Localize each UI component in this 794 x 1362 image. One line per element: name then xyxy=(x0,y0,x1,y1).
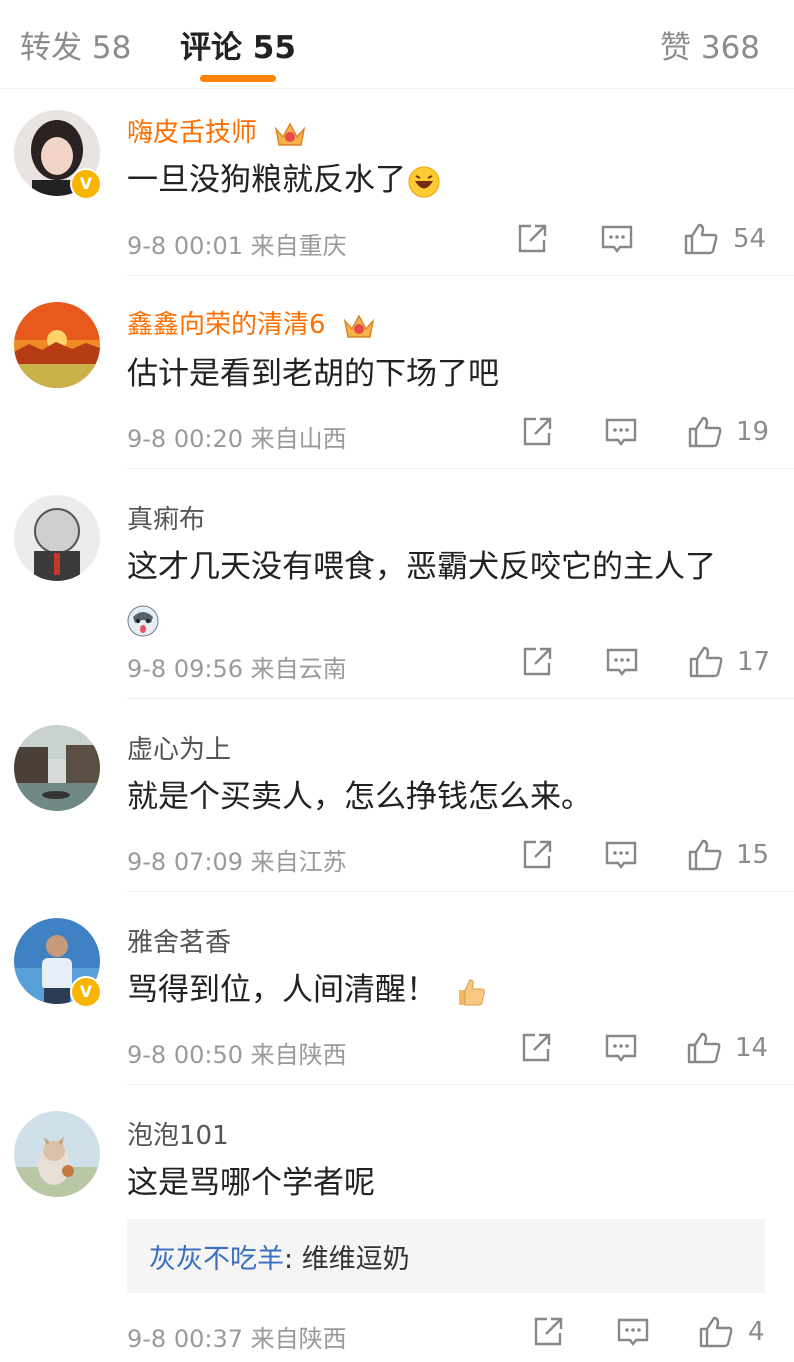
username[interactable]: 泡泡101 xyxy=(127,1115,229,1152)
like-count: 19 xyxy=(736,417,770,447)
sub-reply-content: 灰灰不吃羊: 维维逗奶 xyxy=(149,1237,410,1276)
comment-location: 来自江苏 xyxy=(250,848,347,876)
share-icon[interactable] xyxy=(519,1031,553,1065)
comment-time: 9-8 00:37 xyxy=(127,1325,243,1353)
sub-reply-username[interactable]: 灰灰不吃羊 xyxy=(149,1244,284,1275)
comment-meta: 9-8 00:50 来自陕西 xyxy=(127,1035,347,1070)
comment-time: 9-8 09:56 xyxy=(127,655,243,683)
reply-icon[interactable] xyxy=(605,645,639,679)
username[interactable]: 鑫鑫向荣的清清6 xyxy=(127,304,376,341)
username[interactable]: 虚心为上 xyxy=(127,729,231,766)
comment-time: 9-8 00:20 xyxy=(127,425,243,453)
comment-item: 鑫鑫向荣的清清6 估计是看到老胡的下场了吧 9-8 00:20 来自山西 19 xyxy=(0,276,794,469)
username[interactable]: 雅舍茗香 xyxy=(127,922,231,959)
avatar[interactable] xyxy=(14,1111,100,1197)
husky-emoji-icon xyxy=(127,605,159,636)
comment-time: 9-8 00:01 xyxy=(127,232,243,260)
comment-location: 来自山西 xyxy=(250,425,347,453)
tab-likes[interactable]: 赞 368 xyxy=(660,22,760,67)
thumbs-up-emoji-icon xyxy=(459,978,485,1005)
comment-meta: 9-8 00:37 来自陕西 xyxy=(127,1319,347,1354)
sub-reply[interactable]: 灰灰不吃羊: 维维逗奶 xyxy=(127,1219,765,1293)
comment-meta: 9-8 00:20 来自山西 xyxy=(127,419,347,454)
like-icon[interactable] xyxy=(683,222,719,256)
comment-tabs: 转发 58 评论 55 赞 368 xyxy=(0,0,794,89)
comment-location: 来自陕西 xyxy=(250,1041,347,1069)
avatar[interactable] xyxy=(14,302,100,388)
comment-time: 9-8 00:50 xyxy=(127,1041,243,1069)
comment-location: 来自重庆 xyxy=(250,232,347,260)
laughing-emoji-icon xyxy=(408,166,440,197)
comment-time: 9-8 07:09 xyxy=(127,848,243,876)
like-icon[interactable] xyxy=(687,838,723,872)
tab-comments[interactable]: 评论 55 xyxy=(180,22,296,67)
like-icon[interactable] xyxy=(688,645,724,679)
comment-location: 来自云南 xyxy=(250,655,347,683)
comment-item: V 雅舍茗香 骂得到位，人间清醒！ 9-8 00:50 来自陕西 14 xyxy=(0,892,794,1085)
avatar[interactable] xyxy=(14,725,100,811)
tab-repost[interactable]: 转发 58 xyxy=(20,22,131,67)
username[interactable]: 嗨皮舌技师 xyxy=(127,112,307,149)
comment-location: 来自陕西 xyxy=(250,1325,347,1353)
reply-icon[interactable] xyxy=(604,838,638,872)
verified-badge-icon: V xyxy=(70,976,102,1008)
share-icon[interactable] xyxy=(520,415,554,449)
sub-reply-separator: : xyxy=(284,1244,302,1275)
like-count: 15 xyxy=(736,840,770,870)
reply-icon[interactable] xyxy=(616,1315,650,1349)
like-count: 4 xyxy=(748,1317,765,1347)
comment-text: 一旦没狗粮就反水了 xyxy=(127,154,777,206)
reply-icon[interactable] xyxy=(604,1031,638,1065)
like-icon[interactable] xyxy=(687,415,723,449)
verified-badge-icon: V xyxy=(70,168,102,200)
like-icon[interactable] xyxy=(686,1031,722,1065)
comment-item: V 嗨皮舌技师 一旦没狗粮就反水了 9-8 00:01 来自重庆 54 xyxy=(0,90,794,276)
share-icon[interactable] xyxy=(515,222,549,256)
share-icon[interactable] xyxy=(531,1315,565,1349)
share-icon[interactable] xyxy=(520,838,554,872)
vip-crown-icon xyxy=(275,121,306,146)
comment-item: 泡泡101 这是骂哪个学者呢 灰灰不吃羊: 维维逗奶 9-8 00:37 来自陕… xyxy=(0,1085,794,1362)
comment-meta: 9-8 09:56 来自云南 xyxy=(127,649,347,684)
username[interactable]: 真痢布 xyxy=(127,499,205,536)
active-tab-indicator xyxy=(200,75,276,82)
comment-text: 这才几天没有喂食，恶霸犬反咬它的主人了 xyxy=(127,541,777,645)
sub-reply-text: 维维逗奶 xyxy=(301,1244,410,1275)
comment-item: 真痢布 这才几天没有喂食，恶霸犬反咬它的主人了 9-8 09:56 来自云南 1… xyxy=(0,469,794,699)
like-count: 17 xyxy=(737,647,771,677)
like-count: 54 xyxy=(733,224,767,254)
comment-meta: 9-8 07:09 来自江苏 xyxy=(127,842,347,877)
like-count: 14 xyxy=(735,1033,769,1063)
reply-icon[interactable] xyxy=(604,415,638,449)
avatar[interactable] xyxy=(14,495,100,581)
like-icon[interactable] xyxy=(698,1315,734,1349)
comment-text: 估计是看到老胡的下场了吧 xyxy=(127,356,499,392)
comment-text: 骂得到位，人间清醒！ xyxy=(127,964,777,1016)
vip-crown-icon xyxy=(343,313,375,338)
comment-meta: 9-8 00:01 来自重庆 xyxy=(127,226,347,261)
share-icon[interactable] xyxy=(520,645,554,679)
comment-text: 就是个买卖人，怎么挣钱怎么来。 xyxy=(127,779,592,815)
comment-text: 这是骂哪个学者呢 xyxy=(127,1165,375,1201)
reply-icon[interactable] xyxy=(600,222,634,256)
comment-item: 虚心为上 就是个买卖人，怎么挣钱怎么来。 9-8 07:09 来自江苏 15 xyxy=(0,699,794,892)
